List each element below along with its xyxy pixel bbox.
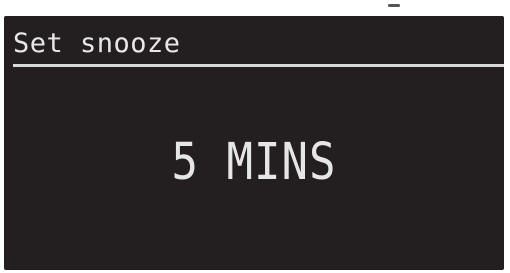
title-divider	[13, 64, 504, 67]
snooze-value: 5 MINS	[171, 132, 337, 192]
screen-title: Set snooze	[13, 28, 181, 59]
lcd-screen: Set snooze 5 MINS	[4, 16, 504, 270]
top-edge-mark	[388, 4, 400, 7]
